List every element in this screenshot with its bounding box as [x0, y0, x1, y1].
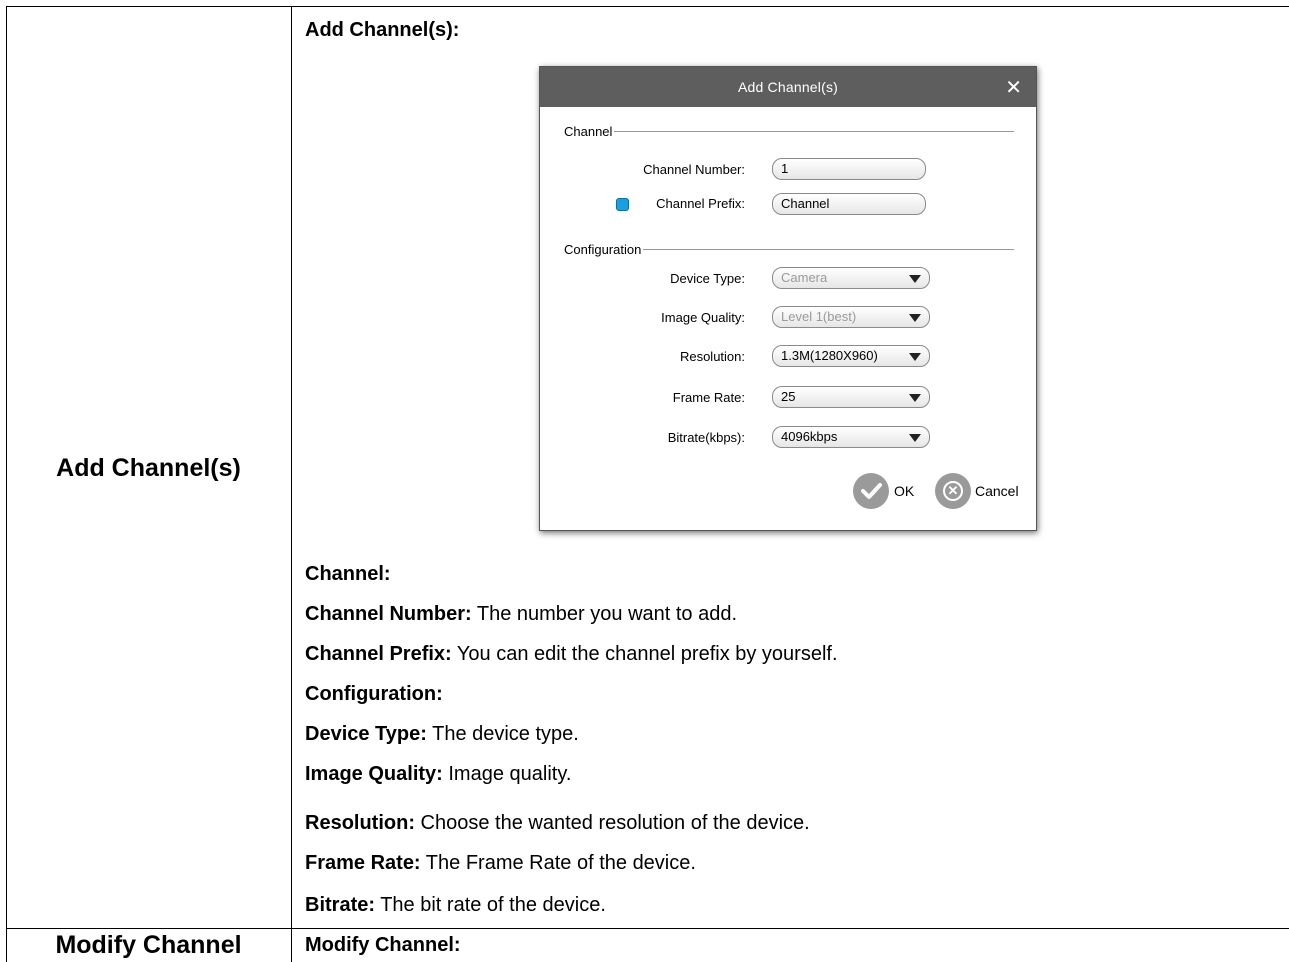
image-quality-label: Image Quality: — [661, 310, 745, 325]
chevron-down-icon — [909, 353, 921, 361]
channel-number-input[interactable]: 1 — [772, 158, 926, 180]
device-type-value: Camera — [781, 270, 828, 285]
bitrate-label: Bitrate(kbps): — [667, 430, 745, 445]
check-icon — [861, 483, 882, 499]
bitrate-select[interactable]: 4096kbps — [772, 426, 930, 448]
bitrate-value: 4096kbps — [781, 429, 838, 444]
frame-rate-label: Frame Rate: — [672, 390, 745, 405]
desc-text: The number you want to add. — [471, 603, 738, 625]
desc-configuration-heading: Configuration: — [305, 682, 443, 706]
desc-channel-number: Channel Number: The number you want to a… — [305, 602, 737, 626]
chevron-down-icon — [909, 434, 921, 442]
resolution-value: 1.3M(1280X960) — [781, 348, 878, 363]
desc-term: Resolution: — [305, 812, 415, 834]
desc-text: The bit rate of the device. — [375, 894, 606, 916]
row-label-add-channel: Add Channel(s) — [56, 454, 241, 482]
cancel-button[interactable]: ✕ — [935, 473, 971, 509]
desc-heading: Channel: — [305, 563, 391, 585]
desc-image-quality: Image Quality: Image quality. — [305, 762, 571, 786]
ok-button-label[interactable]: OK — [894, 483, 914, 499]
channel-number-label: Channel Number: — [643, 162, 745, 177]
chevron-down-icon — [909, 314, 921, 322]
desc-text: Image quality. — [442, 763, 572, 785]
channel-group-line — [564, 131, 1014, 132]
column-divider — [291, 6, 292, 962]
device-type-label: Device Type: — [670, 271, 745, 286]
frame-rate-value: 25 — [781, 389, 796, 404]
desc-device-type: Device Type: The device type. — [305, 722, 579, 746]
chevron-down-icon — [909, 394, 921, 402]
dialog-title: Add Channel(s) — [737, 79, 839, 95]
desc-bitrate: Bitrate: The bit rate of the device. — [305, 893, 606, 917]
section-heading-modify-channel: Modify Channel: — [305, 934, 461, 956]
channel-group-label: Channel — [564, 124, 615, 139]
desc-resolution: Resolution: Choose the wanted resolution… — [305, 811, 810, 835]
desc-term: Image Quality: — [305, 763, 443, 785]
desc-term: Channel Prefix: — [305, 643, 452, 665]
add-channel-dialog: Add Channel(s) ✕ Channel Channel Number:… — [539, 66, 1037, 531]
desc-text: The Frame Rate of the device. — [420, 852, 696, 874]
resolution-select[interactable]: 1.3M(1280X960) — [772, 345, 930, 367]
desc-text: Choose the wanted resolution of the devi… — [415, 812, 810, 834]
ok-button[interactable] — [853, 473, 889, 509]
chevron-down-icon — [909, 275, 921, 283]
channel-prefix-label: Channel Prefix: — [656, 196, 745, 211]
close-circle-icon: ✕ — [943, 481, 963, 501]
desc-channel-prefix: Channel Prefix: You can edit the channel… — [305, 642, 838, 666]
cancel-button-label[interactable]: Cancel — [975, 483, 1019, 499]
desc-text: The device type. — [426, 723, 579, 745]
image-quality-value: Level 1(best) — [781, 309, 857, 324]
configuration-group-label: Configuration — [564, 242, 644, 257]
dialog-title-bar: Add Channel(s) ✕ — [540, 67, 1036, 107]
channel-prefix-input[interactable]: Channel — [772, 193, 926, 215]
section-heading-add-channel: Add Channel(s): — [305, 19, 460, 41]
close-icon[interactable]: ✕ — [1005, 75, 1022, 100]
desc-term: Frame Rate: — [305, 852, 421, 874]
desc-term: Channel Number: — [305, 603, 472, 625]
image-quality-select[interactable]: Level 1(best) — [772, 306, 930, 328]
desc-term: Bitrate: — [305, 894, 376, 916]
frame-rate-select[interactable]: 25 — [772, 386, 930, 408]
row-divider — [6, 928, 1289, 929]
device-type-select[interactable]: Camera — [772, 267, 930, 289]
desc-channel-heading: Channel: — [305, 562, 391, 586]
row-label-modify-channel: Modify Channel — [55, 931, 242, 959]
desc-frame-rate: Frame Rate: The Frame Rate of the device… — [305, 851, 696, 875]
resolution-label: Resolution: — [679, 349, 745, 364]
desc-term: Device Type: — [305, 723, 427, 745]
desc-heading: Configuration: — [305, 683, 443, 705]
desc-text: You can edit the channel prefix by yours… — [451, 643, 838, 665]
